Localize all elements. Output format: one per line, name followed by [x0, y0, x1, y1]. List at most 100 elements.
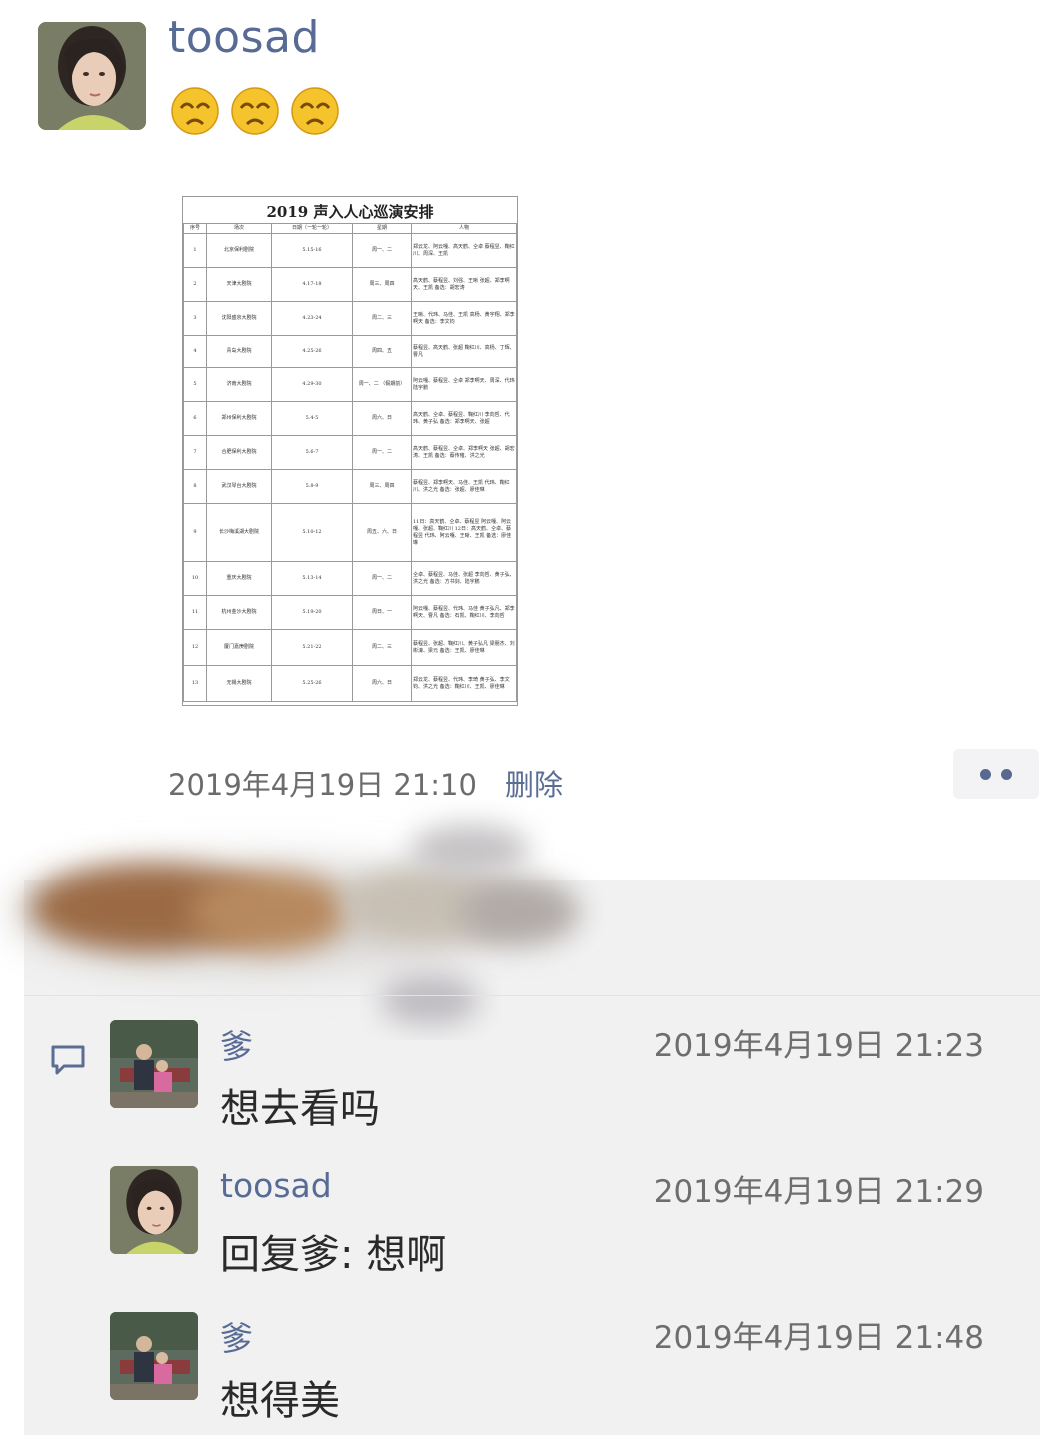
schedule-cell-no: 10: [183, 561, 207, 596]
schedule-cell-venue: 厦门嘉庚剧院: [206, 629, 272, 666]
schedule-cell-date: 5.8-9: [271, 469, 353, 504]
schedule-body: 1 北京保利剧院 5.15-16 周一、二 郑云龙、阿云嘎、高天鹤、仝卓 蔡程昱、鞠红川…: [183, 233, 517, 702]
schedule-cell-day: 周一、二 （假期前）: [352, 367, 412, 402]
panel-divider: [24, 995, 1040, 996]
comment-text[interactable]: 想去看吗: [220, 1076, 380, 1134]
schedule-header: 场次: [206, 223, 272, 234]
schedule-cell-venue: 杭州金沙大剧院: [206, 595, 272, 630]
schedule-cell-date: 5.4-5: [271, 401, 353, 436]
schedule-cell-people: 阿云嘎、蔡程昱、代玮、马佳 黄子弘凡、郑李啊天、曹凡 备选：石凯、鞠红川、李向哲: [411, 595, 517, 630]
schedule-cell-no: 6: [183, 401, 207, 436]
commenter-avatar[interactable]: [110, 1312, 198, 1400]
schedule-row: 10 重庆大剧院 5.13-14 周一、二 仝卓、蔡程昱、马佳、张超 李向哲、黄子弘、洪…: [183, 561, 517, 596]
commenter-avatar[interactable]: [110, 1020, 198, 1108]
schedule-cell-date: 5.10-12: [271, 503, 353, 562]
schedule-cell-people: 11日：高天鹤、仝卓、蔡程昱 阿云嘎、阿云嘎、张超、鞠红川 12日：高天鹤、仝卓…: [411, 503, 517, 562]
comment-text[interactable]: 回复爹: 想啊: [220, 1222, 446, 1280]
commenter-name[interactable]: toosad: [220, 1166, 332, 1205]
commenter-name[interactable]: 爹: [220, 1312, 253, 1360]
schedule-cell-no: 3: [183, 301, 207, 336]
schedule-cell-venue: 青岛大剧院: [206, 335, 272, 368]
comment-text[interactable]: 想得美: [220, 1368, 340, 1426]
schedule-cell-no: 13: [183, 665, 207, 702]
schedule-cell-people: 高天鹤、蔡程昱、仝卓、郑李啊天 张超、胡宏涛、王凯 备选：蔡传雍、洪之光: [411, 435, 517, 470]
comment-time: 2019年4月19日 21:29: [653, 1174, 984, 1210]
schedule-cell-no: 11: [183, 595, 207, 630]
schedule-header: 星期: [352, 223, 412, 234]
schedule-cell-date: 4.17-18: [271, 267, 353, 302]
sad-face-icon: [231, 87, 279, 135]
schedule-cell-no: 5: [183, 367, 207, 402]
schedule-row: 8 武汉琴台大剧院 5.8-9 周三、周四 蔡程昱、郑李啊天、马佳、王凯 代玮、鞠红川、…: [183, 469, 517, 504]
schedule-cell-day: 周五、六、日: [352, 503, 412, 562]
schedule-cell-day: 周六、日: [352, 665, 412, 702]
schedule-cell-day: 周一、二: [352, 233, 412, 268]
schedule-row: 5 济南大剧院 4.29-30 周一、二 （假期前） 阿云嘎、蔡程昱、仝卓 郑李啊天、周…: [183, 367, 517, 402]
schedule-cell-day: 周三、周四: [352, 267, 412, 302]
schedule-row: 2 天津大剧院 4.17-18 周三、周四 高天鹤、蔡程昱、刘强、王晰 张超、郑李啊天、…: [183, 267, 517, 302]
schedule-cell-day: 周二、三: [352, 301, 412, 336]
schedule-cell-venue: 郑州保利大剧院: [206, 401, 272, 436]
schedule-table: 序号 场次 日期（一轮一轮） 星期 人物 1 北京保利剧院 5.15-16 周一、二郑…: [183, 223, 517, 702]
dot-icon: [1001, 768, 1012, 780]
schedule-cell-no: 1: [183, 233, 207, 268]
schedule-cell-people: 郑云龙、阿云嘎、高天鹤、仝卓 蔡程昱、鞠红川、周深、王凯: [411, 233, 517, 268]
schedule-row: 7 合肥保利大剧院 5.6-7 周一、二 高天鹤、蔡程昱、仝卓、郑李啊天 张超、胡宏涛、…: [183, 435, 517, 470]
schedule-cell-venue: 长沙梅溪湖大剧院: [206, 503, 272, 562]
schedule-cell-no: 12: [183, 629, 207, 666]
delete-link[interactable]: 删除: [505, 762, 563, 804]
schedule-title: 2019 声入人心巡演安排: [266, 203, 434, 221]
schedule-cell-no: 4: [183, 335, 207, 368]
schedule-row: 12 厦门嘉庚剧院 5.21-22 周二、三 蔡程昱、张超、鞠红川、黄子弘凡 梁朋杰、刘…: [183, 629, 517, 666]
schedule-cell-venue: 重庆大剧院: [206, 561, 272, 596]
schedule-cell-venue: 无锡大剧院: [206, 665, 272, 702]
schedule-cell-date: 5.15-16: [271, 233, 353, 268]
commenter-avatar[interactable]: [110, 1166, 198, 1254]
schedule-cell-no: 7: [183, 435, 207, 470]
schedule-cell-date: 5.25-26: [271, 665, 353, 702]
schedule-header: 序号: [183, 223, 207, 234]
schedule-cell-people: 高天鹤、仝卓、蔡程昱、鞠红川 李向哲、代玮、黄子弘 备选：郑李啊天、张超: [411, 401, 517, 436]
schedule-cell-people: 阿云嘎、蔡程昱、仝卓 郑李啊天、周深、代玮 陆宇鹏: [411, 367, 517, 402]
schedule-header: 日期（一轮一轮）: [271, 223, 353, 234]
schedule-cell-people: 蔡程昱、郑李啊天、马佳、王凯 代玮、鞠红川、洪之光 备选：张超、廖佳琳: [411, 469, 517, 504]
schedule-cell-date: 4.23-24: [271, 301, 353, 336]
schedule-row: 11 杭州金沙大剧院 5.19-20 周日、一 阿云嘎、蔡程昱、代玮、马佳 黄子弘凡、郑…: [183, 595, 517, 630]
schedule-row: 9 长沙梅溪湖大剧院 5.10-12 周五、六、日 11日：高天鹤、仝卓、蔡程昱 阿云嘎…: [183, 503, 517, 562]
schedule-cell-venue: 武汉琴台大剧院: [206, 469, 272, 504]
schedule-cell-venue: 天津大剧院: [206, 267, 272, 302]
schedule-cell-date: 5.13-14: [271, 561, 353, 596]
commenter-name[interactable]: 爹: [220, 1020, 253, 1068]
sad-face-icon: [291, 87, 339, 135]
schedule-cell-day: 周二、三: [352, 629, 412, 666]
schedule-row: 1 北京保利剧院 5.15-16 周一、二 郑云龙、阿云嘎、高天鹤、仝卓 蔡程昱、鞠红川…: [183, 233, 517, 268]
schedule-cell-day: 周三、周四: [352, 469, 412, 504]
post-meta: 2019年4月19日 21:10 删除: [168, 762, 563, 804]
schedule-row: 4 青岛大剧院 4.25-26 周四、五 蔡程昱、高天鹤、张超 鞠红川、高杨、丁辉、曹凡: [183, 335, 517, 368]
schedule-row: 13 无锡大剧院 5.25-26 周六、日 郑云龙、蔡程昱、代玮、李琦 黄子弘、李文钧、…: [183, 665, 517, 702]
schedule-cell-date: 5.19-20: [271, 595, 353, 630]
schedule-cell-no: 8: [183, 469, 207, 504]
comment-time: 2019年4月19日 21:48: [653, 1320, 984, 1356]
moments-post-page: toosad 2019 声入人心巡演安排 序号 场次 日期（一轮一轮） 星期 人…: [0, 0, 1064, 1439]
schedule-cell-date: 5.21-22: [271, 629, 353, 666]
post-timestamp: 2019年4月19日 21:10: [168, 768, 477, 802]
more-actions-button[interactable]: [953, 749, 1039, 799]
schedule-cell-day: 周六、日: [352, 401, 412, 436]
emoji-row: [170, 86, 340, 136]
schedule-row: 3 沈阳盛京大剧院 4.23-24 周二、三 王晰、代玮、马佳、王凯 高杨、黄宇翔、郑李…: [183, 301, 517, 336]
schedule-cell-people: 蔡程昱、高天鹤、张超 鞠红川、高杨、丁辉、曹凡: [411, 335, 517, 368]
schedule-cell-date: 4.25-26: [271, 335, 353, 368]
comment-time: 2019年4月19日 21:23: [653, 1028, 984, 1064]
schedule-cell-date: 4.29-30: [271, 367, 353, 402]
author-avatar[interactable]: [38, 22, 146, 130]
schedule-cell-date: 5.6-7: [271, 435, 353, 470]
dot-icon: [980, 768, 991, 780]
author-name[interactable]: toosad: [168, 12, 320, 63]
schedule-cell-day: 周一、二: [352, 561, 412, 596]
schedule-cell-venue: 济南大剧院: [206, 367, 272, 402]
post-image-schedule[interactable]: 2019 声入人心巡演安排 序号 场次 日期（一轮一轮） 星期 人物 1 北京保利…: [182, 196, 518, 706]
schedule-header: 人物: [411, 223, 517, 234]
schedule-cell-people: 郑云龙、蔡程昱、代玮、李琦 黄子弘、李文钧、洪之光 备选：鞠红川、王凯、廖佳琳: [411, 665, 517, 702]
schedule-row: 6 郑州保利大剧院 5.4-5 周六、日 高天鹤、仝卓、蔡程昱、鞠红川 李向哲、代玮、黄…: [183, 401, 517, 436]
